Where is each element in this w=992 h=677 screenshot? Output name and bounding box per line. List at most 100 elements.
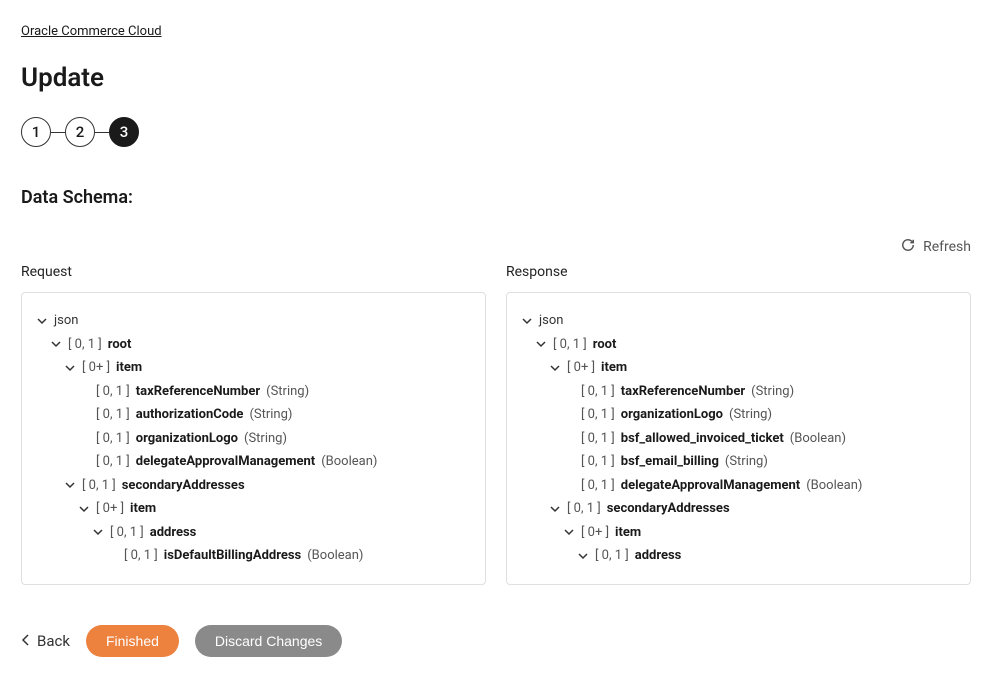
refresh-button[interactable]: Refresh: [901, 238, 971, 256]
finished-button[interactable]: Finished: [86, 625, 179, 657]
tree-label: json: [539, 311, 563, 331]
step-3[interactable]: 3: [109, 117, 139, 147]
node-type: (Boolean): [790, 429, 846, 449]
step-1[interactable]: 1: [21, 117, 51, 147]
tree-row[interactable]: [ 0+ ] item: [36, 356, 471, 380]
tree-row[interactable]: [ 0, 1 ] bsf_email_billing (String): [521, 450, 956, 474]
chevron-down-icon[interactable]: [577, 550, 589, 562]
node-name: organizationLogo: [621, 405, 723, 425]
stepper: 1 2 3: [21, 117, 971, 147]
node-type: (String): [751, 382, 794, 402]
chevron-down-icon[interactable]: [549, 503, 561, 515]
node-name: organizationLogo: [136, 429, 238, 449]
chevron-down-icon[interactable]: [64, 362, 76, 374]
tree-row[interactable]: [ 0, 1 ] delegateApprovalManagement (Boo…: [36, 450, 471, 474]
cardinality: [ 0, 1 ]: [581, 405, 615, 425]
tree-row[interactable]: [ 0, 1 ] authorizationCode (String): [36, 403, 471, 427]
tree-row[interactable]: [ 0, 1 ] bsf_allowed_invoiced_ticket (Bo…: [521, 427, 956, 451]
tree-row[interactable]: [ 0, 1 ] root: [36, 333, 471, 357]
node-name: secondaryAddresses: [607, 499, 730, 519]
chevron-down-icon[interactable]: [64, 479, 76, 491]
node-type: (String): [249, 405, 292, 425]
chevron-down-icon[interactable]: [78, 503, 90, 515]
page-title: Update: [21, 63, 971, 93]
cardinality: [ 0, 1 ]: [581, 429, 615, 449]
node-name: item: [130, 499, 156, 519]
node-name: delegateApprovalManagement: [136, 452, 315, 472]
tree-row-json[interactable]: json: [521, 309, 956, 333]
chevron-down-icon[interactable]: [535, 338, 547, 350]
cardinality: [ 0, 1 ]: [96, 382, 130, 402]
tree-spacer: [78, 456, 90, 468]
tree-row[interactable]: [ 0, 1 ] taxReferenceNumber (String): [521, 380, 956, 404]
cardinality: [ 0, 1 ]: [124, 546, 158, 566]
tree-spacer: [78, 385, 90, 397]
node-name: bsf_email_billing: [621, 452, 719, 472]
tree-row[interactable]: [ 0, 1 ] delegateApprovalManagement (Boo…: [521, 474, 956, 498]
tree-row[interactable]: [ 0, 1 ] organizationLogo (String): [36, 427, 471, 451]
cardinality: [ 0+ ]: [96, 499, 124, 519]
step-connector: [51, 132, 65, 133]
tree-row[interactable]: [ 0, 1 ] taxReferenceNumber (String): [36, 380, 471, 404]
tree-row-json[interactable]: json: [36, 309, 471, 333]
response-column: Response json [ 0, 1 ] root [ 0+ ] item …: [506, 264, 971, 585]
node-name: address: [635, 546, 682, 566]
tree-row[interactable]: [ 0, 1 ] secondaryAddresses: [521, 497, 956, 521]
tree-row[interactable]: [ 0, 1 ] address: [36, 521, 471, 545]
section-title: Data Schema:: [21, 187, 971, 208]
cardinality: [ 0, 1 ]: [96, 452, 130, 472]
cardinality: [ 0, 1 ]: [595, 546, 629, 566]
response-schema-box: json [ 0, 1 ] root [ 0+ ] item [ 0, 1 ] …: [506, 292, 971, 585]
tree-row[interactable]: [ 0+ ] item: [521, 521, 956, 545]
cardinality: [ 0+ ]: [82, 358, 110, 378]
node-name: taxReferenceNumber: [621, 382, 745, 402]
node-name: secondaryAddresses: [122, 476, 245, 496]
cardinality: [ 0, 1 ]: [68, 335, 102, 355]
node-type: (Boolean): [321, 452, 377, 472]
discard-changes-button[interactable]: Discard Changes: [195, 625, 342, 657]
node-type: (Boolean): [806, 476, 862, 496]
cardinality: [ 0, 1 ]: [567, 499, 601, 519]
node-name: authorizationCode: [136, 405, 244, 425]
node-name: item: [116, 358, 142, 378]
cardinality: [ 0, 1 ]: [96, 405, 130, 425]
cardinality: [ 0+ ]: [567, 358, 595, 378]
chevron-down-icon[interactable]: [521, 315, 533, 327]
cardinality: [ 0, 1 ]: [553, 335, 587, 355]
node-type: (String): [266, 382, 309, 402]
chevron-down-icon[interactable]: [549, 362, 561, 374]
refresh-icon: [901, 238, 915, 256]
request-column: Request json [ 0, 1 ] root [ 0+ ] item […: [21, 264, 486, 585]
cardinality: [ 0+ ]: [581, 523, 609, 543]
tree-spacer: [563, 479, 575, 491]
step-connector: [95, 132, 109, 133]
tree-row[interactable]: [ 0, 1 ] root: [521, 333, 956, 357]
back-button[interactable]: Back: [21, 632, 70, 650]
tree-row[interactable]: [ 0, 1 ] secondaryAddresses: [36, 474, 471, 498]
tree-row[interactable]: [ 0+ ] item: [36, 497, 471, 521]
node-type: (String): [244, 429, 287, 449]
tree-spacer: [563, 385, 575, 397]
tree-row[interactable]: [ 0, 1 ] address: [521, 544, 956, 568]
node-name: bsf_allowed_invoiced_ticket: [621, 429, 784, 449]
back-label: Back: [37, 632, 70, 650]
refresh-label: Refresh: [923, 239, 971, 255]
cardinality: [ 0, 1 ]: [96, 429, 130, 449]
chevron-down-icon[interactable]: [92, 526, 104, 538]
node-name: address: [150, 523, 197, 543]
tree-spacer: [78, 432, 90, 444]
node-name: delegateApprovalManagement: [621, 476, 800, 496]
node-type: (String): [729, 405, 772, 425]
cardinality: [ 0, 1 ]: [581, 476, 615, 496]
cardinality: [ 0, 1 ]: [82, 476, 116, 496]
chevron-down-icon[interactable]: [563, 526, 575, 538]
tree-row[interactable]: [ 0, 1 ] isDefaultBillingAddress (Boolea…: [36, 544, 471, 568]
chevron-down-icon[interactable]: [36, 315, 48, 327]
cardinality: [ 0, 1 ]: [110, 523, 144, 543]
step-2[interactable]: 2: [65, 117, 95, 147]
chevron-down-icon[interactable]: [50, 338, 62, 350]
tree-row[interactable]: [ 0, 1 ] organizationLogo (String): [521, 403, 956, 427]
tree-row[interactable]: [ 0+ ] item: [521, 356, 956, 380]
response-header: Response: [506, 264, 971, 280]
breadcrumb[interactable]: Oracle Commerce Cloud: [21, 24, 162, 39]
